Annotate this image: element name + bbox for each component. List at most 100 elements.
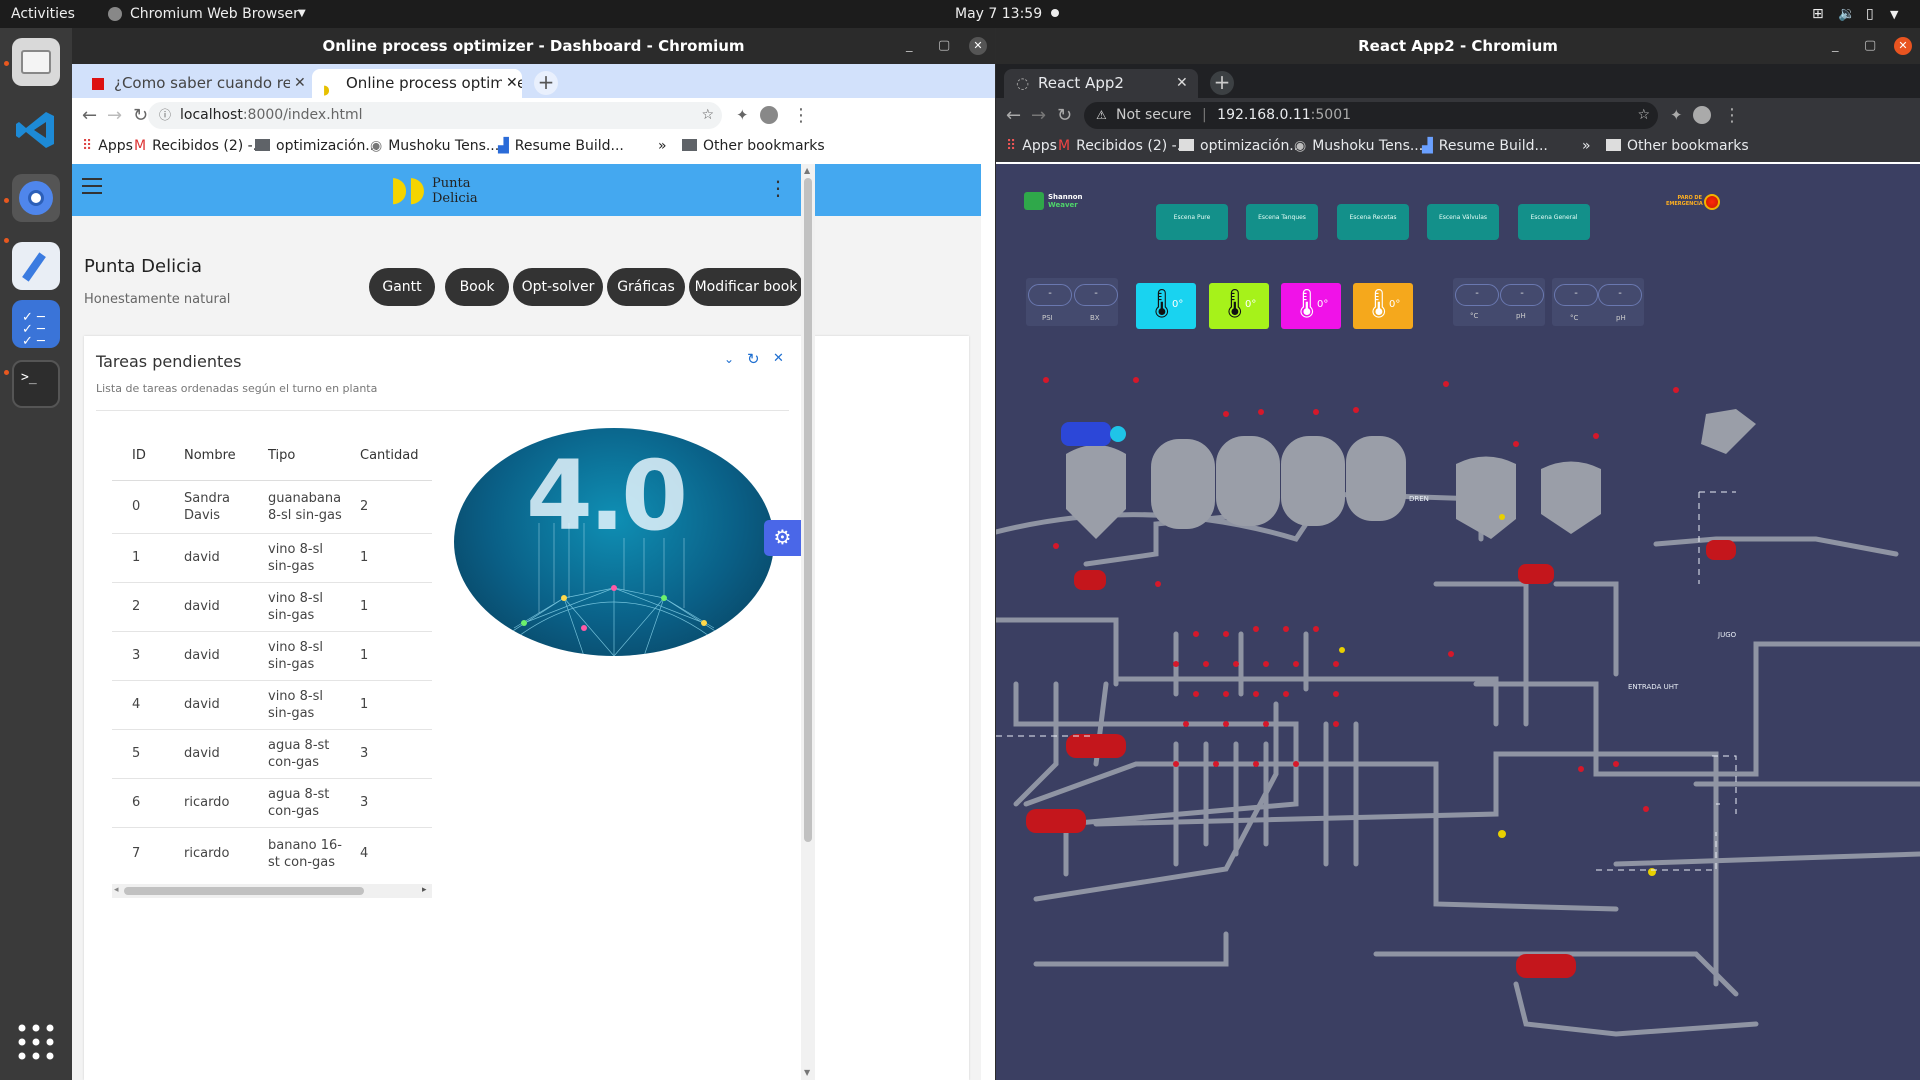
table-row: 0 Sandra Davis guanabana 8-sl sin-gas 2: [112, 480, 432, 533]
maximize-icon[interactable]: ▢: [938, 28, 950, 64]
label-entrada-uht: ENTRADA UHT: [1628, 683, 1679, 691]
battery-icon[interactable]: ▯: [1866, 6, 1874, 22]
tab-label: Online process optimizer: [346, 74, 522, 92]
graficas-button[interactable]: Gráficas: [607, 268, 685, 306]
system-menu-arrow-icon[interactable]: ▼: [1890, 8, 1898, 21]
tab-active[interactable]: ◌ React App2 ✕: [1004, 69, 1198, 98]
new-tab-button[interactable]: +: [1210, 71, 1234, 95]
book-button[interactable]: Book: [445, 268, 509, 306]
files-icon[interactable]: [12, 38, 60, 86]
show-apps-icon[interactable]: [12, 1018, 60, 1066]
other-bookmarks[interactable]: Other bookmarks: [1606, 138, 1749, 154]
new-tab-button[interactable]: +: [534, 71, 558, 95]
kebab-menu-icon[interactable]: ⋮: [768, 178, 788, 198]
tasks-table-wrapper: ID Nombre Tipo Cantidad 0 Sandra Davis gua…: [112, 432, 432, 878]
bookmark-apps[interactable]: ⠿ Apps: [82, 138, 133, 154]
scroll-left-icon[interactable]: ◂: [114, 885, 119, 895]
close-window-icon[interactable]: ✕: [1894, 37, 1912, 55]
bookmark-apps[interactable]: ⠿ Apps: [1006, 138, 1057, 154]
table-row: 1 david vino 8-sl sin-gas 1: [112, 533, 432, 582]
table-cell: 1: [132, 550, 141, 565]
app-menu[interactable]: Chromium Web Browser: [130, 6, 299, 22]
activities-button[interactable]: Activities: [11, 6, 75, 22]
modificar-book-button[interactable]: Modificar book: [689, 268, 803, 306]
back-icon[interactable]: ←: [1006, 105, 1021, 126]
other-bookmarks[interactable]: Other bookmarks: [682, 138, 825, 154]
tab-close-icon[interactable]: ✕: [1176, 69, 1188, 98]
bookmark-gmail[interactable]: M Recibidos (2) -...: [134, 138, 266, 154]
refresh-icon[interactable]: ↻: [747, 350, 760, 368]
bookmark-mushoku[interactable]: ◉ Mushoku Tens...: [370, 138, 499, 154]
bookmark-star-icon[interactable]: ☆: [1637, 102, 1650, 129]
page-scrollbar[interactable]: ▲ ▼: [801, 164, 815, 1080]
bookmark-resume[interactable]: ▟ Resume Build...: [1422, 138, 1548, 154]
opt-solver-button[interactable]: Opt-solver: [513, 268, 603, 306]
reload-icon[interactable]: ↻: [133, 105, 148, 126]
globe-icon: ◉: [1294, 138, 1307, 154]
vscode-icon[interactable]: [12, 106, 60, 154]
bookmarks-overflow[interactable]: »: [658, 138, 667, 154]
close-window-icon[interactable]: ✕: [969, 37, 987, 55]
bookmark-folder[interactable]: optimización...: [1179, 138, 1303, 154]
forward-icon[interactable]: →: [107, 105, 122, 126]
horizontal-scrollbar[interactable]: ◂ ▸: [112, 884, 432, 898]
forward-icon[interactable]: →: [1031, 105, 1046, 126]
chromium-icon[interactable]: [12, 174, 60, 222]
extensions-icon[interactable]: ✦: [1670, 106, 1683, 124]
close-card-icon[interactable]: ✕: [773, 351, 784, 366]
network-icon[interactable]: ⊞: [1812, 6, 1824, 22]
terminal-icon[interactable]: >_: [12, 360, 60, 408]
table-cell: 6: [132, 795, 141, 810]
scroll-down-icon[interactable]: ▼: [804, 1068, 810, 1077]
bx-label: BX: [1090, 314, 1100, 322]
reload-icon[interactable]: ↻: [1057, 105, 1072, 126]
scene-pure-button[interactable]: Escena Pure: [1156, 204, 1228, 240]
bookmarks-overflow[interactable]: »: [1582, 138, 1591, 154]
window-titlebar[interactable]: React App2 - Chromium _ ▢ ✕: [996, 28, 1920, 64]
scene-recetas-button[interactable]: Escena Recetas: [1337, 204, 1409, 240]
column-header: Tipo: [268, 448, 296, 464]
scene-valvulas-button[interactable]: Escena Válvulas: [1427, 204, 1499, 240]
browser-menu-icon[interactable]: ⋮: [1723, 105, 1741, 126]
bookmark-gmail[interactable]: M Recibidos (2) -...: [1058, 138, 1190, 154]
bookmark-folder[interactable]: optimización...: [255, 138, 379, 154]
extensions-icon[interactable]: ✦: [736, 106, 749, 124]
todo-icon[interactable]: ✓ ─ ✓ ─ ✓ ─: [12, 300, 60, 348]
address-bar[interactable]: ⚠ Not secure | 192.168.0.11:5001 ☆: [1084, 102, 1658, 129]
scroll-right-icon[interactable]: ▸: [422, 885, 427, 895]
minimize-icon[interactable]: _: [1832, 28, 1839, 64]
table-cell: vino 8-sl sin-gas: [268, 639, 323, 672]
tab-active[interactable]: ◗ Online process optimizer ✕: [312, 69, 522, 98]
emergency-stop-button[interactable]: [1704, 194, 1720, 210]
address-bar[interactable]: ⓘ localhost:8000/index.html ☆: [148, 102, 722, 129]
warning-icon: ⚠: [1096, 108, 1107, 122]
collapse-icon[interactable]: ⌄: [724, 352, 734, 366]
scrollbar-thumb[interactable]: [804, 178, 812, 842]
bookmark-star-icon[interactable]: ☆: [701, 102, 714, 129]
settings-gear-icon[interactable]: ⚙: [764, 520, 801, 556]
back-icon[interactable]: ←: [82, 105, 97, 126]
scene-general-button[interactable]: Escena General: [1518, 204, 1590, 240]
scene-tanques-button[interactable]: Escena Tanques: [1246, 204, 1318, 240]
industry-4-0-image: 4.0: [454, 428, 774, 656]
scroll-up-icon[interactable]: ▲: [804, 166, 810, 175]
text-editor-icon[interactable]: [12, 242, 60, 290]
profile-avatar-icon[interactable]: [760, 106, 778, 124]
clock[interactable]: May 7 13:59: [955, 6, 1042, 22]
volume-icon[interactable]: 🔉: [1838, 6, 1855, 22]
window-titlebar[interactable]: Online process optimizer - Dashboard - C…: [72, 28, 995, 64]
minimize-icon[interactable]: _: [906, 28, 913, 64]
tab-close-icon[interactable]: ✕: [502, 69, 518, 98]
maximize-icon[interactable]: ▢: [1864, 28, 1876, 64]
dashboard-page: ◗◗ Punta Delicia ⋮ Punta Delicia Honesta…: [72, 164, 981, 1080]
hamburger-menu-icon[interactable]: [82, 178, 102, 180]
profile-avatar-icon[interactable]: [1693, 106, 1711, 124]
browser-menu-icon[interactable]: ⋮: [792, 105, 810, 126]
tab-label: ¿Como saber cuando reci: [114, 74, 305, 92]
gantt-button[interactable]: Gantt: [369, 268, 435, 306]
scrollbar-thumb[interactable]: [124, 887, 364, 895]
tab-inactive[interactable]: ¿Como saber cuando reci ✕: [80, 69, 310, 98]
bookmark-resume[interactable]: ▟ Resume Build...: [498, 138, 624, 154]
tab-close-icon[interactable]: ✕: [290, 69, 306, 98]
bookmark-mushoku[interactable]: ◉ Mushoku Tens...: [1294, 138, 1423, 154]
